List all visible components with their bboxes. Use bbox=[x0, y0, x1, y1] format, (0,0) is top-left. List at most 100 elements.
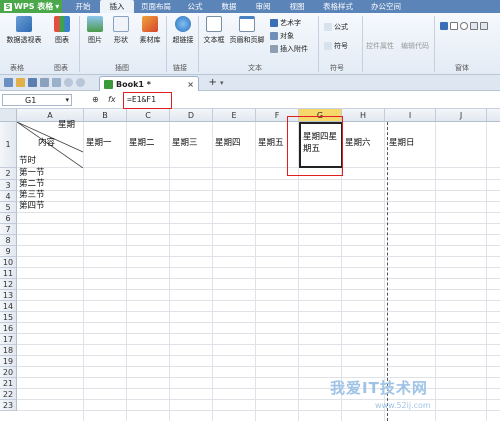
gridline bbox=[17, 300, 500, 301]
row-header[interactable]: 15 bbox=[0, 312, 17, 323]
pi-icon bbox=[324, 23, 332, 31]
cell-D1[interactable]: 星期三 bbox=[172, 136, 198, 148]
chart-button[interactable]: 图表 bbox=[50, 16, 74, 45]
close-tab-icon[interactable]: × bbox=[187, 80, 194, 89]
new-file-icon[interactable] bbox=[4, 78, 13, 87]
document-tab[interactable]: Book1 * × bbox=[99, 76, 199, 91]
header-footer-button[interactable]: 页眉和页脚 bbox=[229, 16, 265, 45]
row-header[interactable]: 6 bbox=[0, 213, 17, 224]
insert-attachment-button[interactable]: 插入附件 bbox=[270, 44, 308, 54]
row-header[interactable]: 4 bbox=[0, 191, 17, 202]
tab-insert[interactable]: 插入 bbox=[100, 0, 134, 13]
undo-icon[interactable] bbox=[64, 78, 73, 87]
cell-H1[interactable]: 星期六 bbox=[345, 136, 371, 148]
row-header[interactable]: 17 bbox=[0, 334, 17, 345]
row-header[interactable]: 1 bbox=[0, 122, 17, 168]
print-preview-icon[interactable] bbox=[52, 78, 61, 87]
formula-highlight-box bbox=[123, 92, 172, 109]
gridline bbox=[212, 122, 213, 421]
cell-E1[interactable]: 星期四 bbox=[215, 136, 241, 148]
column-header-E[interactable]: E bbox=[213, 109, 256, 122]
tab-data[interactable]: 数据 bbox=[212, 0, 246, 13]
hyperlink-button[interactable]: 超链接 bbox=[170, 16, 196, 45]
formula-insert-button[interactable]: 公式 bbox=[324, 22, 348, 32]
select-all-corner[interactable] bbox=[0, 109, 17, 122]
app-dropdown-icon: ▾ bbox=[55, 2, 60, 11]
fx-icon[interactable]: fx bbox=[108, 95, 116, 104]
tab-view[interactable]: 视图 bbox=[280, 0, 314, 13]
plus-icon: + bbox=[208, 77, 217, 88]
row-header[interactable]: 16 bbox=[0, 323, 17, 334]
picture-button[interactable]: 图片 bbox=[84, 16, 106, 45]
checkbox-control-icon[interactable] bbox=[450, 22, 458, 30]
edit-code-button[interactable]: 编辑代码 bbox=[401, 41, 429, 51]
row-header[interactable]: 23 bbox=[0, 400, 17, 411]
open-folder-icon[interactable] bbox=[16, 78, 25, 87]
clipart-button[interactable]: 素材库 bbox=[136, 16, 164, 45]
column-header-D[interactable]: D bbox=[170, 109, 213, 122]
cell-A5[interactable]: 第四节 bbox=[19, 199, 45, 211]
wordart-button[interactable]: 艺术字 bbox=[270, 18, 301, 28]
row-header[interactable]: 19 bbox=[0, 356, 17, 367]
row-header[interactable]: 13 bbox=[0, 290, 17, 301]
form-control-icon[interactable] bbox=[440, 22, 448, 30]
textbox-label: 文本框 bbox=[203, 36, 225, 44]
tab-formulas[interactable]: 公式 bbox=[178, 0, 212, 13]
print-icon[interactable] bbox=[40, 78, 49, 87]
cell-reference: G1 bbox=[25, 96, 37, 105]
name-box-dropdown-icon[interactable]: ▾ bbox=[65, 95, 69, 106]
column-header-C[interactable]: C bbox=[127, 109, 170, 122]
row-header[interactable]: 2 bbox=[0, 168, 17, 180]
gridline bbox=[17, 267, 500, 268]
listbox-control-icon[interactable] bbox=[470, 22, 478, 30]
tab-review[interactable]: 审阅 bbox=[246, 0, 280, 13]
tab-page-layout[interactable]: 页面布局 bbox=[134, 0, 178, 13]
control-properties-button[interactable]: 控件属性 bbox=[366, 41, 394, 51]
row-header[interactable]: 3 bbox=[0, 180, 17, 191]
row-header[interactable]: 20 bbox=[0, 367, 17, 378]
combobox-control-icon[interactable] bbox=[480, 22, 488, 30]
row-header[interactable]: 10 bbox=[0, 257, 17, 268]
column-header-B[interactable]: B bbox=[84, 109, 127, 122]
row-header[interactable]: 22 bbox=[0, 389, 17, 400]
tab-table-style[interactable]: 表格样式 bbox=[314, 0, 362, 13]
row-header[interactable]: 8 bbox=[0, 235, 17, 246]
zoom-icon[interactable]: ⊕ bbox=[92, 95, 99, 104]
wps-app-button[interactable]: S WPS 表格 ▾ bbox=[0, 0, 62, 13]
column-header-J[interactable]: J bbox=[436, 109, 487, 122]
cell-B1[interactable]: 星期一 bbox=[86, 136, 112, 148]
redo-icon[interactable] bbox=[76, 78, 85, 87]
row-header[interactable]: 11 bbox=[0, 268, 17, 279]
control-properties-label: 控件属性 bbox=[366, 42, 394, 50]
hyperlink-label: 超链接 bbox=[172, 36, 194, 44]
cell-I1[interactable]: 星期日 bbox=[389, 136, 415, 148]
column-header-K[interactable]: K bbox=[487, 109, 500, 122]
divider bbox=[434, 16, 435, 72]
object-button[interactable]: 对象 bbox=[270, 31, 294, 41]
cell-C1[interactable]: 星期二 bbox=[129, 136, 155, 148]
spreadsheet-grid[interactable]: A B C D E F G H I J K 1 2 3 4 5 6 7 8 9 … bbox=[0, 109, 500, 421]
row-header[interactable]: 21 bbox=[0, 378, 17, 389]
row-header[interactable]: 9 bbox=[0, 246, 17, 257]
a1-label-period: 节时 bbox=[19, 156, 37, 166]
tab-home[interactable]: 开始 bbox=[66, 0, 100, 13]
save-icon[interactable] bbox=[28, 78, 37, 87]
textbox-button[interactable]: 文本框 bbox=[201, 16, 227, 45]
column-header-I[interactable]: I bbox=[385, 109, 436, 122]
row-header[interactable]: 12 bbox=[0, 279, 17, 290]
name-box[interactable]: G1 ▾ bbox=[2, 94, 72, 106]
tab-office-space[interactable]: 办公空间 bbox=[362, 0, 410, 13]
row-header[interactable]: 18 bbox=[0, 345, 17, 356]
row-header[interactable]: 14 bbox=[0, 301, 17, 312]
shapes-button[interactable]: 形状 bbox=[110, 16, 132, 45]
row-header[interactable]: 5 bbox=[0, 202, 17, 213]
new-tab-button[interactable]: + ▾ bbox=[205, 77, 227, 89]
symbol-button[interactable]: 符号 bbox=[324, 41, 348, 51]
ribbon: 数据透视表 图表 图片 形状 素材库 超链接 文本框 页眉和页脚 艺术字 对象 … bbox=[0, 13, 500, 75]
radio-control-icon[interactable] bbox=[460, 22, 468, 30]
row-header[interactable]: 7 bbox=[0, 224, 17, 235]
cell-F1[interactable]: 星期五 bbox=[258, 136, 284, 148]
a1-label-content: 内容 bbox=[38, 138, 56, 148]
column-header-H[interactable]: H bbox=[342, 109, 385, 122]
pivot-table-button[interactable]: 数据透视表 bbox=[4, 16, 44, 45]
